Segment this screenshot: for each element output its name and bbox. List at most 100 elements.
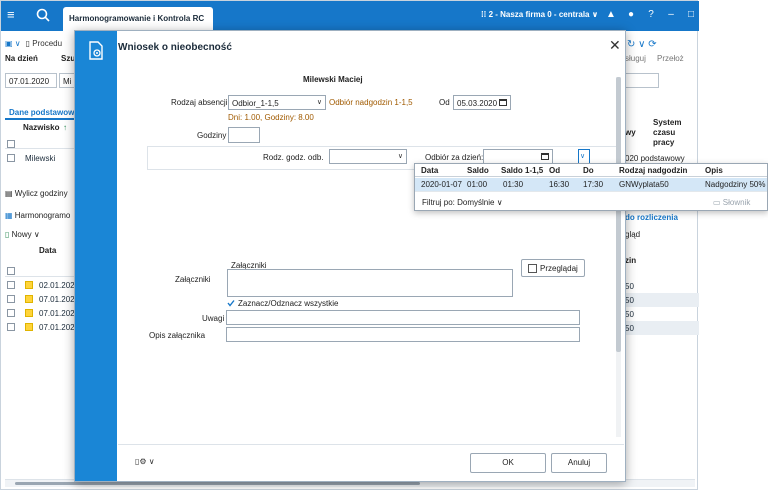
calendar-icon[interactable] xyxy=(499,99,507,106)
search-field[interactable]: Mi xyxy=(59,73,75,88)
attachments-list[interactable] xyxy=(227,269,513,297)
zalaczniki-label: Załączniki xyxy=(175,275,211,284)
column-data[interactable]: Data xyxy=(39,246,56,255)
row-checkbox[interactable] xyxy=(7,154,15,162)
header-saldo-1-15[interactable]: Saldo 1-1,5 xyxy=(501,166,543,175)
checkmark-icon[interactable] xyxy=(227,299,235,307)
header-od[interactable]: Od xyxy=(549,166,560,175)
row-checkbox[interactable] xyxy=(7,323,15,331)
popup-footer: Filtruj po: Domyślnie ∨ ▭ Słownik xyxy=(415,191,767,211)
right-value-cell[interactable]: 50 xyxy=(623,279,699,293)
maximize-icon[interactable]: □ xyxy=(686,9,696,21)
opis-zalacznika-field[interactable] xyxy=(226,327,580,342)
new-doc-icon: ▯ xyxy=(5,230,12,239)
close-icon[interactable]: ✕ xyxy=(609,37,621,54)
ok-button[interactable]: OK xyxy=(470,453,546,473)
employee-cell[interactable]: Milewski xyxy=(25,154,55,163)
footer-divider xyxy=(118,444,624,445)
do-rozliczenia-tab[interactable]: do rozliczenia xyxy=(625,213,678,222)
right-col-wy: wy xyxy=(625,128,636,137)
bell-icon[interactable]: ▲ xyxy=(606,9,616,21)
header-saldo[interactable]: Saldo xyxy=(467,166,489,175)
search-icon[interactable] xyxy=(35,7,51,23)
refresh-icon[interactable]: ↻ ∨ ⟳ xyxy=(627,39,657,50)
uwagi-field[interactable] xyxy=(226,310,580,325)
harmonogram-section: ▦ Harmonogramo xyxy=(5,211,70,220)
select-all-checkbox-2[interactable] xyxy=(7,267,15,275)
column-nazwisko[interactable]: Nazwisko xyxy=(23,123,59,132)
row-checkbox[interactable] xyxy=(7,295,15,303)
tab-harmonogramowanie[interactable]: Harmonogramowanie i Kontrola RC xyxy=(63,7,213,31)
dictionary-button[interactable]: ▭ Słownik xyxy=(713,198,750,207)
right-col-zin: zin xyxy=(625,256,637,265)
rodzaj-absencji-select[interactable]: Odbior_1-1,5 ∨ xyxy=(228,95,326,110)
status-marker xyxy=(25,323,33,331)
person-name: Milewski Maciej xyxy=(303,75,363,84)
harmonogram-label: Harmonogramo xyxy=(14,211,71,220)
user-icon[interactable]: ● xyxy=(626,9,636,21)
document-settings-button[interactable]: ▯⚙ ∨ xyxy=(135,457,159,469)
calculator-icon: ▤ xyxy=(5,189,15,198)
scrollbar-thumb[interactable] xyxy=(616,77,621,352)
dialog-scrollbar[interactable] xyxy=(616,77,621,437)
select-all-attachments[interactable]: Zaznacz/Odznacz wszystkie xyxy=(238,299,338,308)
sort-icon[interactable]: ↑ xyxy=(63,123,67,132)
rodzaj-absencji-description: Odbiór nadgodzin 1-1,5 xyxy=(329,98,413,107)
row-checkbox[interactable] xyxy=(7,281,15,289)
calendar-icon[interactable] xyxy=(541,153,549,160)
tab-dane-podstawowe[interactable]: Dane podstawowe xyxy=(9,108,79,117)
status-marker xyxy=(25,281,33,289)
new-button[interactable]: ▯ Nowy ∨ xyxy=(5,230,40,239)
popup-data-row[interactable]: 2020-01-07 01:00 01:30 16:30 17:30 GNWyp… xyxy=(415,178,767,191)
active-tab-indicator xyxy=(5,118,75,120)
rodz-godz-odb-label: Rodz. godz. odb. xyxy=(263,153,324,162)
main-toolbar: ▣ ∨ ▯ Procedu xyxy=(5,39,62,48)
right-value-cell[interactable]: 50 xyxy=(623,321,699,335)
wylicz-button[interactable]: ▤ Wylicz godziny xyxy=(5,189,68,198)
new-label: Nowy xyxy=(11,230,32,239)
rodz-godz-odb-select[interactable]: ∨ xyxy=(329,149,407,164)
od-date-field[interactable]: 05.03.2020 xyxy=(453,95,511,110)
odbior-dropdown-button[interactable]: ∨ xyxy=(578,149,590,164)
filter-dropdown[interactable]: Filtruj po: Domyślnie ∨ xyxy=(422,198,503,207)
godziny-label: Godziny xyxy=(197,131,227,140)
chevron-down-icon: ∨ xyxy=(397,153,403,160)
overtime-picker-popup: Data Saldo Saldo 1-1,5 Od Do Rodzaj nadg… xyxy=(414,163,768,211)
cell-rodzaj: GNWyplata50 xyxy=(619,180,669,189)
status-marker xyxy=(25,309,33,317)
procedure-button[interactable]: ▯ Procedu xyxy=(26,39,62,48)
system-czasu-header[interactable]: System czasu pracy xyxy=(653,118,693,148)
dictionary-label: Słownik xyxy=(722,198,751,207)
select-all-checkbox[interactable] xyxy=(7,140,15,148)
od-label: Od xyxy=(439,98,450,107)
header-rodzaj-nadgodzin[interactable]: Rodzaj nadgodzin xyxy=(619,166,687,175)
row-checkbox[interactable] xyxy=(7,309,15,317)
wylicz-label: Wylicz godziny xyxy=(14,189,68,198)
chevron-down-icon: ∨ xyxy=(316,99,322,106)
attachment-icon xyxy=(528,264,537,273)
odbior-za-dzien-field[interactable] xyxy=(483,149,553,164)
rodzaj-absencji-label: Rodzaj absencji xyxy=(171,98,228,107)
scrollbar-thumb[interactable] xyxy=(15,482,420,485)
right-field[interactable] xyxy=(623,73,659,88)
date-field[interactable]: 07.01.2020 xyxy=(5,73,57,88)
header-data[interactable]: Data xyxy=(421,166,438,175)
right-view-button[interactable]: gląd xyxy=(625,230,640,239)
cell-data: 2020-01-07 xyxy=(421,180,462,189)
close-icon[interactable]: ✕ xyxy=(706,9,716,21)
header-do[interactable]: Do xyxy=(583,166,594,175)
od-date-value: 05.03.2020 xyxy=(457,99,498,108)
minimize-icon[interactable]: – xyxy=(666,9,676,21)
right-value-cell[interactable]: 50 xyxy=(623,293,699,307)
help-icon[interactable]: ? xyxy=(646,9,656,21)
right-value-cell[interactable]: 50 xyxy=(623,307,699,321)
firm-selector[interactable]: ⁞⁞ 2 - Nasza firma 0 - centrala ∨ xyxy=(481,10,598,19)
print-icon[interactable]: ▣ ∨ xyxy=(5,39,21,48)
header-opis[interactable]: Opis xyxy=(705,166,723,175)
grid-icon: ⁞⁞ xyxy=(481,10,489,19)
godziny-field[interactable] xyxy=(228,127,260,143)
browse-button[interactable]: Przeglądaj xyxy=(521,259,585,277)
cancel-button[interactable]: Anuluj xyxy=(551,453,607,473)
hamburger-menu-icon[interactable]: ≡ xyxy=(7,8,21,21)
system-czasu-cell[interactable]: 020 podstawowy xyxy=(625,154,685,163)
